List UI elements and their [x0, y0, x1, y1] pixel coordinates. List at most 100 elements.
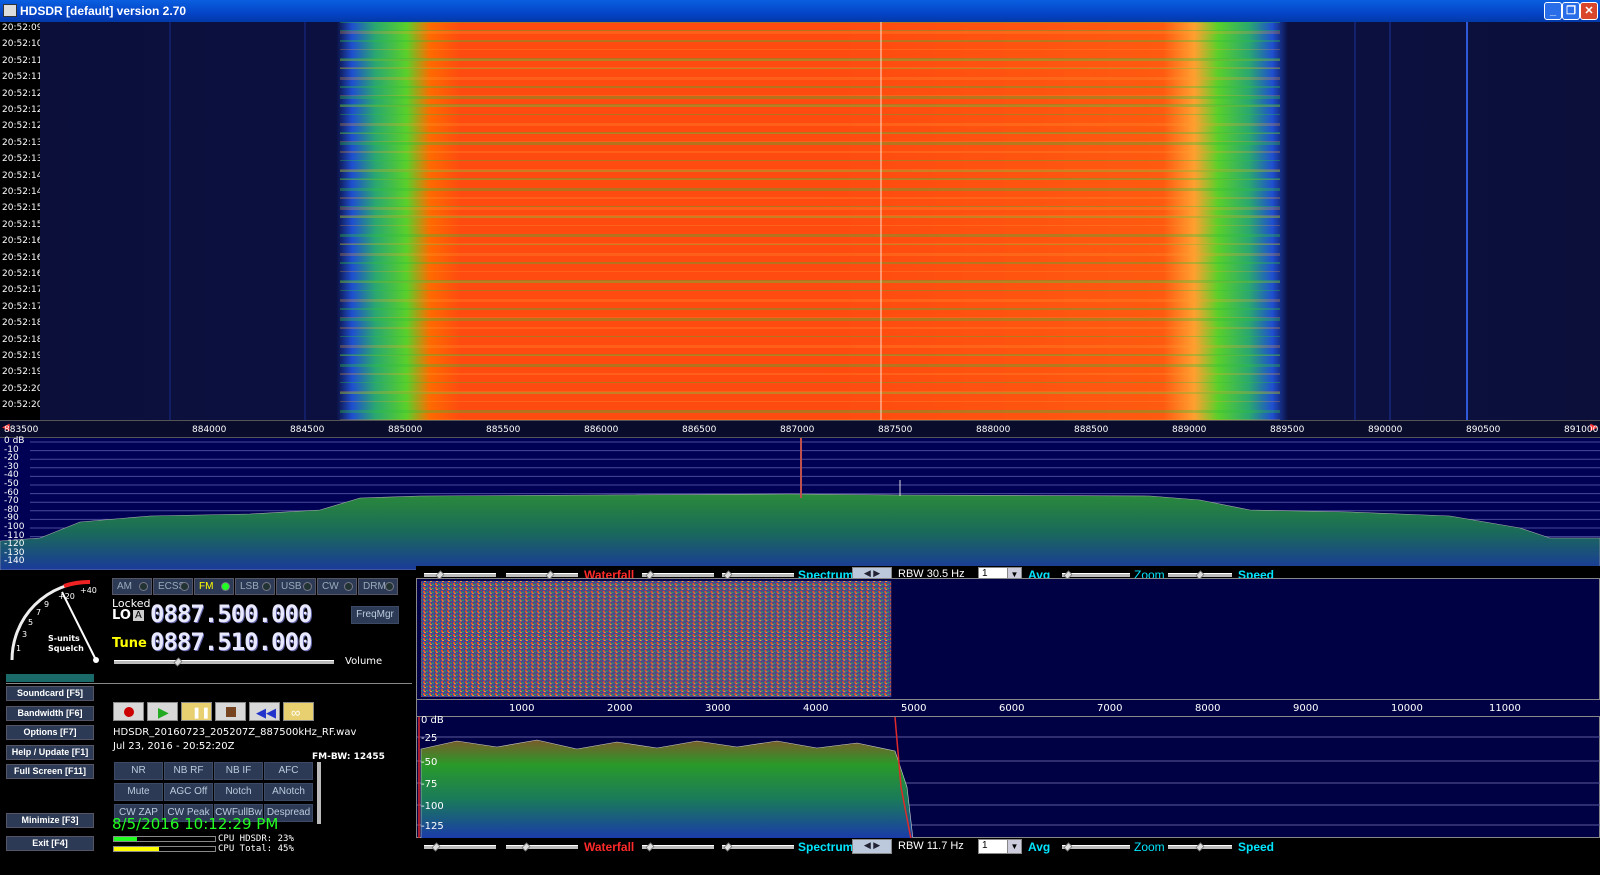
speed-slider-2[interactable]	[1168, 842, 1232, 852]
waterfall-slider-2[interactable]	[506, 570, 578, 580]
side-button-exit[interactable]: Exit [F4]	[6, 836, 94, 851]
lo-mode-badge[interactable]: A	[133, 610, 144, 621]
dsp-anotch-button[interactable]: ANotch	[264, 783, 313, 801]
speed-label-2: Speed	[1238, 840, 1275, 854]
dsp-agc-off-button[interactable]: AGC Off	[164, 783, 213, 801]
time-label: 20:52:12	[1, 105, 44, 115]
dsp-afc-button[interactable]: AFC	[264, 762, 313, 780]
dsp-nb-if-button[interactable]: NB IF	[214, 762, 263, 780]
speed-slider[interactable]	[1168, 570, 1232, 580]
control-area: 1 3 5 7 9 +20 +40 S-units Squelch AM ECSS…	[0, 566, 1600, 875]
freq-tick-label: 883500	[4, 425, 39, 435]
meter-mark-9: 9	[44, 600, 50, 609]
time-label: 20:52:19	[1, 367, 44, 378]
time-label: 20:52:16	[1, 269, 44, 279]
spectrum-slider-1[interactable]	[642, 570, 714, 580]
meter-mark-3: 3	[22, 630, 28, 639]
minimize-window-button[interactable]: _	[1544, 2, 1562, 20]
time-label: 20:52:12	[1, 88, 44, 99]
time-label: 20:52:11	[1, 72, 44, 83]
side-button-minimize[interactable]: Minimize [F3]	[6, 813, 94, 828]
meter-mark-20: +20	[58, 592, 75, 601]
freq-tick-label: 887000	[780, 425, 815, 435]
time-label: 20:52:17	[1, 301, 44, 312]
freq-tick-label: 888500	[1074, 425, 1109, 435]
audio-db-label: -75	[421, 779, 438, 790]
play-icon: ▶	[158, 704, 169, 720]
mode-am-button[interactable]: AM	[112, 578, 152, 595]
freq-tick-label: 884500	[290, 425, 325, 435]
dsp-notch-button[interactable]: Notch	[214, 783, 263, 801]
main-waterfall[interactable]	[40, 22, 1600, 420]
zoom-label-2: Zoom	[1134, 840, 1165, 854]
audio-spectrum[interactable]: 0 dB -25 -50 -75 -100 -125	[416, 715, 1600, 840]
rewind-button[interactable]: ◀◀	[249, 702, 280, 721]
time-label: 20:52:11	[1, 55, 44, 66]
audio-freq-tick-label: 6000	[999, 703, 1025, 714]
mode-cw-button[interactable]: CW	[317, 578, 357, 595]
mode-led-icon	[139, 582, 148, 591]
title-bar: HDSDR [default] version 2.70 _ ❐ ✕	[0, 0, 1600, 22]
mode-usb-button[interactable]: USB	[276, 578, 316, 595]
avg-combo-2[interactable]: 1 ▼	[978, 839, 1022, 854]
time-label: 20:52:13	[1, 137, 44, 148]
dsp-nr-button[interactable]: NR	[114, 762, 163, 780]
waterfall-slider-1[interactable]	[424, 570, 496, 580]
mode-lsb-button[interactable]: LSB	[235, 578, 275, 595]
mode-label: USB	[281, 581, 302, 592]
fm-bandwidth: FM-BW: 12455	[312, 752, 385, 762]
restore-window-button[interactable]: ❐	[1562, 2, 1580, 20]
spectrum-slider-4[interactable]	[722, 842, 794, 852]
time-label: 20:52:10	[1, 39, 44, 50]
play-button[interactable]: ▶	[147, 702, 178, 721]
volume-slider[interactable]	[114, 657, 334, 667]
mode-ecss-button[interactable]: ECSS	[153, 578, 193, 595]
side-button-help[interactable]: Help / Update [F1]	[6, 745, 94, 760]
tune-frequency[interactable]: 0887.510.000	[150, 628, 312, 656]
freq-tick-label: 890000	[1368, 425, 1403, 435]
stop-button[interactable]	[215, 702, 246, 721]
pause-button[interactable]: ❚❚	[181, 702, 212, 721]
zoom-slider[interactable]	[1062, 570, 1130, 580]
dsp-nb-rf-button[interactable]: NB RF	[164, 762, 213, 780]
volume-label: Volume	[345, 656, 383, 667]
audio-freq-tick-label: 5000	[901, 703, 927, 714]
time-label: 20:52:13	[1, 154, 44, 165]
freq-tick-label: 891000	[1564, 425, 1599, 435]
side-button-soundcard[interactable]: Soundcard [F5]	[6, 686, 94, 701]
side-button-options[interactable]: Options [F7]	[6, 725, 94, 740]
spectrum-slider-3[interactable]	[642, 842, 714, 852]
audio-db-label: -100	[421, 801, 444, 812]
loop-icon: ∞	[291, 705, 301, 720]
record-button[interactable]	[113, 702, 144, 721]
side-button-full[interactable]: Full Screen [F11]	[6, 764, 94, 779]
mode-led-icon	[385, 582, 394, 591]
hdsdr-window: HDSDR [default] version 2.70 _ ❐ ✕ 20:52…	[0, 0, 1600, 875]
audio-waterfall[interactable]	[416, 578, 1600, 700]
cpu-total-bar	[113, 846, 216, 852]
zoom-slider-2[interactable]	[1062, 842, 1130, 852]
rbw-arrows-2[interactable]: ◀ ▶	[852, 839, 892, 854]
mode-label: CW	[322, 581, 339, 592]
mode-label: DRM	[363, 581, 386, 592]
side-button-bandwidth[interactable]: Bandwidth [F6]	[6, 706, 94, 721]
spectrum-slider-2[interactable]	[722, 570, 794, 580]
waterfall-slider-4[interactable]	[506, 842, 578, 852]
frequency-axis[interactable]: ◀ ▶ 883500 884000 884500 885000 885500 886000…	[0, 420, 1600, 438]
waterfall-slider-3[interactable]	[424, 842, 496, 852]
mode-selector: AM ECSS FM LSB USB CW DRM	[112, 578, 398, 595]
meter-label-squelch: Squelch	[48, 644, 84, 653]
freqmgr-button[interactable]: FreqMgr	[351, 606, 399, 624]
main-spectrum[interactable]: 0 dB -10 -20 -30 -40 -50 -60 -70 -80 -90 -100 -110-…	[0, 436, 1600, 571]
dsp-mute-button[interactable]: Mute	[114, 783, 163, 801]
window-title: HDSDR [default] version 2.70	[20, 4, 187, 18]
time-label: 20:52:18	[1, 334, 44, 345]
squelch-bar[interactable]	[6, 674, 94, 682]
close-window-button[interactable]: ✕	[1580, 2, 1598, 20]
bandwidth-slider[interactable]	[317, 762, 321, 824]
time-label: 20:52:14	[1, 187, 44, 197]
lo-frequency[interactable]: 0887.500.000	[150, 600, 312, 628]
mode-drm-button[interactable]: DRM	[358, 578, 398, 595]
loop-button[interactable]: ∞	[283, 702, 314, 721]
mode-fm-button[interactable]: FM	[194, 578, 234, 595]
